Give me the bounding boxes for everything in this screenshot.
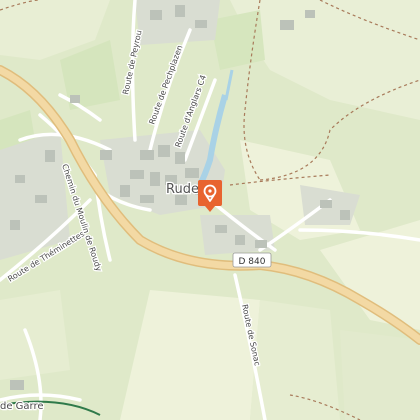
map-canvas[interactable]: Route de Peyrou Route de Pechplazen Rout… bbox=[0, 0, 420, 420]
road-shield-d840: D 840 bbox=[232, 252, 272, 268]
road-label-garre: de Garre bbox=[0, 401, 44, 412]
road-shield-text: D 840 bbox=[239, 257, 266, 267]
map-svg[interactable]: Route de Peyrou Route de Pechplazen Rout… bbox=[0, 0, 420, 420]
